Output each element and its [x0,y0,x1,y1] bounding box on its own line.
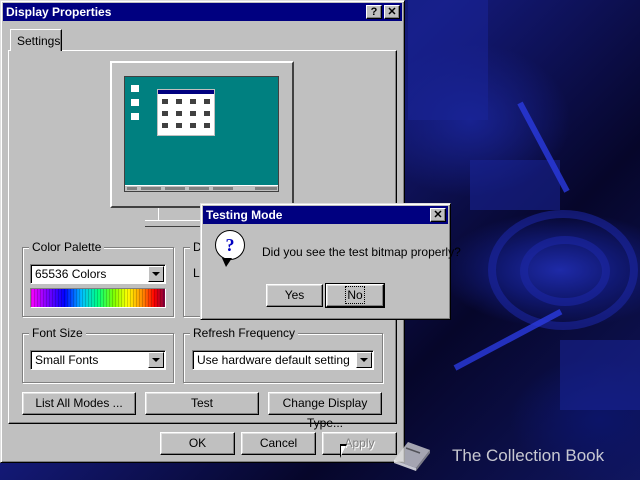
window-titlebar[interactable]: Display Properties ? ✕ [3,3,402,21]
dialog-message: Did you see the test bitmap properly? [262,245,461,259]
dialog-titlebar[interactable]: Testing Mode ✕ [203,206,448,224]
preview-cell [190,99,196,104]
testing-mode-dialog: Testing Mode ✕ ? Did you see the test bi… [200,203,461,320]
tab-settings[interactable]: Settings [10,29,62,51]
preview-task-item [189,187,209,190]
font-size-label: Font Size [29,326,86,340]
cancel-label: Cancel [259,436,298,450]
yes-label: Yes [284,288,305,302]
dialog-title: Testing Mode [206,208,283,222]
ok-button[interactable]: OK [160,432,235,455]
watermark-text: The Collection Book [452,446,605,465]
help-button[interactable]: ? [366,5,382,19]
preview-task-item [165,187,185,190]
font-size-value: Small Fonts [35,353,99,367]
list-all-modes-button[interactable]: List All Modes ... [22,392,136,415]
dialog-close-button[interactable]: ✕ [430,208,446,222]
desktop-area-text: L [193,266,200,280]
chevron-down-icon[interactable] [148,266,164,282]
ok-label: OK [188,436,207,450]
color-palette-label: Color Palette [29,240,105,254]
refresh-frequency-label: Refresh Frequency [190,326,299,340]
wallpaper-ring [520,236,610,306]
refresh-frequency-value: Use hardware default setting [197,353,350,367]
chevron-down-icon[interactable] [356,352,372,368]
yes-button[interactable]: Yes [266,284,323,307]
wallpaper-shape [470,160,560,210]
close-icon: ✕ [433,209,443,221]
close-button[interactable]: ✕ [384,5,400,19]
preview-task-item [213,187,233,190]
mouse-cursor-icon [340,444,347,458]
preview-icon [131,99,139,106]
color-palette-select[interactable]: 65536 Colors [30,264,166,284]
preview-cell [162,111,168,116]
preview-start [127,187,137,190]
preview-cell [176,111,182,116]
wallpaper-shape [408,0,488,120]
apply-label: Apply [344,436,375,450]
preview-cell [176,123,182,128]
monitor-preview [110,61,294,208]
color-palette-preview [30,288,166,308]
refresh-frequency-select[interactable]: Use hardware default setting [192,350,374,370]
preview-icon [131,113,139,120]
preview-screen [124,76,279,192]
cancel-button[interactable]: Cancel [241,432,316,455]
preview-task-item [141,187,161,190]
preview-cell [204,111,210,116]
color-palette-value: 65536 Colors [35,267,107,281]
test-label: Test [190,396,213,410]
wallpaper-shape [560,340,640,410]
preview-window-titlebar [158,90,214,94]
change-display-type-button[interactable]: Change Display Type... [268,392,382,430]
preview-cell [204,123,210,128]
preview-cell [190,123,196,128]
wallpaper-stripe [453,309,563,371]
preview-cell [190,111,196,116]
close-icon: ✕ [387,6,397,18]
help-icon: ? [370,6,378,18]
preview-icon [131,85,139,92]
chevron-down-icon[interactable] [148,352,164,368]
question-icon: ? [215,230,245,267]
no-label: No [345,286,365,304]
test-button[interactable]: Test [145,392,259,415]
tab-settings-label: Settings [17,34,61,48]
book-icon [394,442,430,471]
font-size-select[interactable]: Small Fonts [30,350,166,370]
preview-cell [176,99,182,104]
preview-clock [255,187,277,190]
list-all-modes-label: List All Modes ... [35,396,123,410]
preview-cell [204,99,210,104]
window-title: Display Properties [6,5,112,19]
apply-button[interactable]: Apply [322,432,397,455]
preview-taskbar [125,185,278,191]
preview-window [157,89,215,136]
preview-cell [162,99,168,104]
no-button[interactable]: No [325,283,385,308]
preview-cell [162,123,168,128]
